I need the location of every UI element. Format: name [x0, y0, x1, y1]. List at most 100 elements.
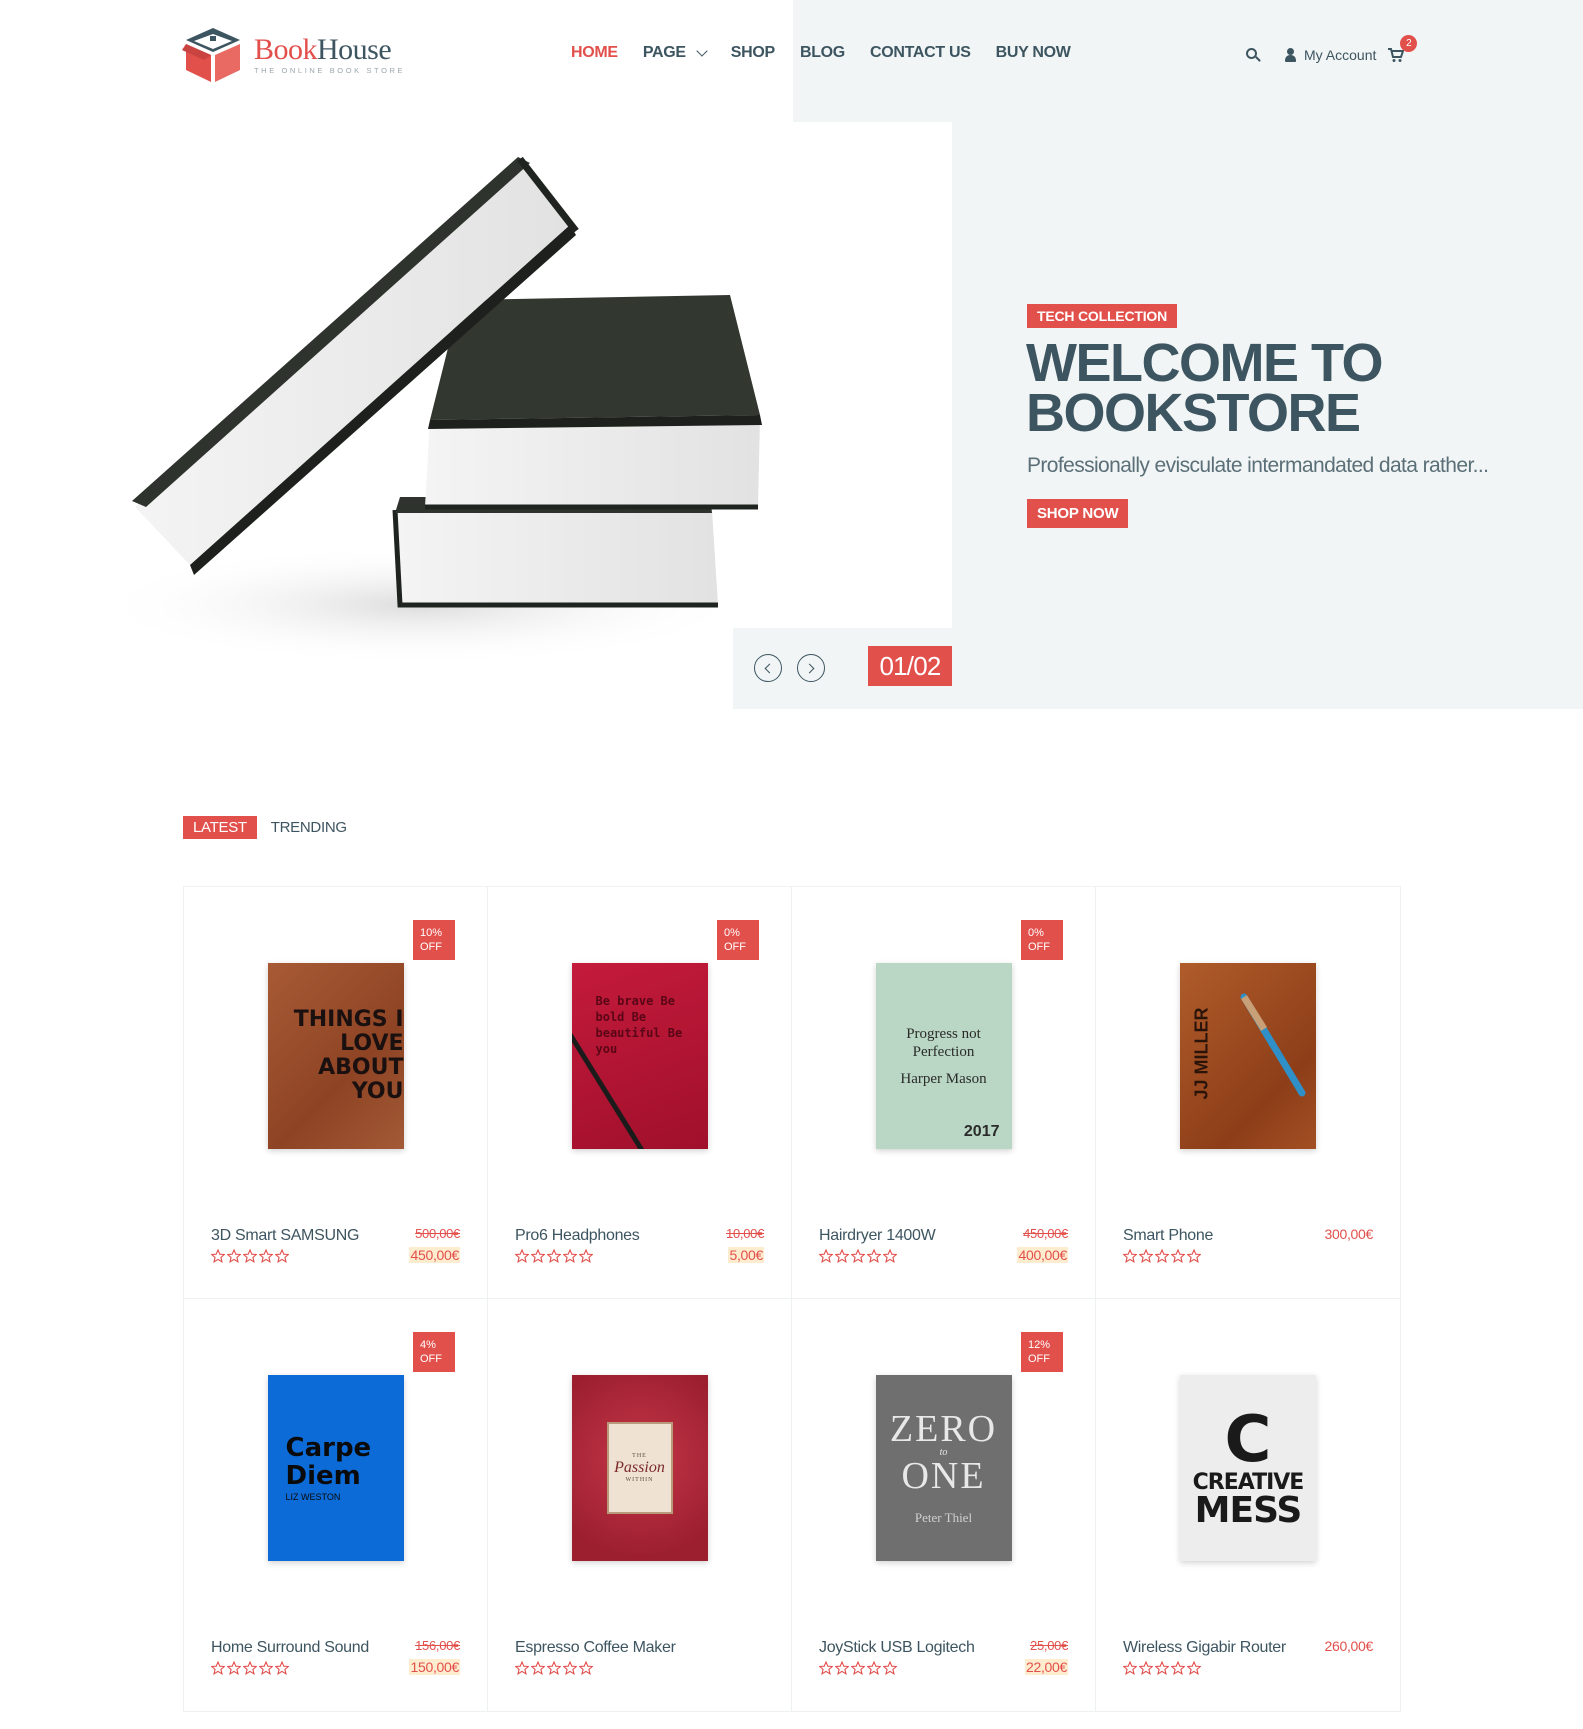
- star-icon: [563, 1661, 577, 1675]
- product-image[interactable]: ZERO to ONE Peter Thiel: [875, 1375, 1012, 1561]
- price: 22,00€: [1024, 1659, 1068, 1675]
- star-icon: [835, 1249, 849, 1263]
- slider-next-button[interactable]: [797, 654, 825, 682]
- discount-badge: 10% OFF: [413, 920, 455, 960]
- product-tabs: LATEST TRENDING: [183, 816, 347, 839]
- price: 5,00€: [728, 1247, 764, 1263]
- star-icon: [243, 1661, 257, 1675]
- price: 300,00€: [1324, 1226, 1373, 1242]
- chevron-down-icon: [696, 44, 708, 57]
- product-card[interactable]: 0% OFF Be brave Be bold Be beautiful Be …: [488, 887, 792, 1299]
- my-account-link[interactable]: My Account: [1285, 47, 1376, 63]
- star-icon: [883, 1661, 897, 1675]
- pencil-icon: [571, 1032, 644, 1149]
- discount-badge: 0% OFF: [1021, 920, 1063, 960]
- cart-button[interactable]: 2: [1388, 35, 1418, 63]
- site-logo[interactable]: BookHouse THE ONLINE BOOK STORE: [182, 26, 405, 84]
- product-image[interactable]: THE Passion WITHIN: [571, 1375, 708, 1561]
- product-card[interactable]: 0% OFF Progress not Perfection Harper Ma…: [792, 887, 1096, 1299]
- product-name[interactable]: Hairdryer 1400W: [819, 1227, 936, 1245]
- price: 260,00€: [1324, 1638, 1373, 1654]
- star-icon: [275, 1249, 289, 1263]
- star-icon: [819, 1661, 833, 1675]
- product-card[interactable]: 12% OFF ZERO to ONE Peter Thiel JoyStick…: [792, 1299, 1096, 1711]
- nav-item-page[interactable]: PAGE: [643, 44, 708, 62]
- shop-now-button[interactable]: SHOP NOW: [1027, 499, 1129, 528]
- product-card[interactable]: 4% OFF Carpe Diem LIZ WESTON Home Surrou…: [184, 1299, 488, 1711]
- product-card[interactable]: JJ MILLER Smart Phone 300,00€: [1096, 887, 1400, 1299]
- star-icon: [819, 1249, 833, 1263]
- product-name[interactable]: Smart Phone: [1123, 1227, 1213, 1245]
- star-icon: [531, 1249, 545, 1263]
- slider-prev-button[interactable]: [754, 654, 782, 682]
- price: 450,00€: [409, 1247, 460, 1263]
- product-image[interactable]: THINGS I LOVE ABOUT YOU: [267, 963, 404, 1149]
- star-icon: [1187, 1249, 1201, 1263]
- discount-badge: 4% OFF: [413, 1332, 455, 1372]
- product-grid: 10% OFF THINGS I LOVE ABOUT YOU 3D Smart…: [183, 886, 1401, 1712]
- product-image[interactable]: Be brave Be bold Be beautiful Be you: [571, 963, 708, 1149]
- star-icon: [227, 1661, 241, 1675]
- star-icon: [211, 1661, 225, 1675]
- product-card[interactable]: C CREATIVE MESS Wireless Gigabir Router …: [1096, 1299, 1400, 1711]
- star-icon: [867, 1249, 881, 1263]
- tab-latest[interactable]: LATEST: [183, 816, 257, 839]
- product-image[interactable]: Progress not Perfection Harper Mason 201…: [875, 963, 1012, 1149]
- price: 150,00€: [409, 1659, 460, 1675]
- old-price: 500,00€: [415, 1226, 460, 1241]
- product-name[interactable]: 3D Smart SAMSUNG: [211, 1227, 359, 1245]
- nav-item-blog[interactable]: BLOG: [800, 44, 845, 62]
- product-name[interactable]: Espresso Coffee Maker: [515, 1639, 676, 1657]
- hero-subtitle: Professionally evisculate intermandated …: [1027, 454, 1489, 477]
- product-name[interactable]: Home Surround Sound: [211, 1639, 369, 1657]
- star-icon: [227, 1249, 241, 1263]
- star-icon: [1171, 1661, 1185, 1675]
- rating-stars: [515, 1661, 593, 1675]
- star-icon: [835, 1661, 849, 1675]
- tab-trending[interactable]: TRENDING: [271, 816, 347, 839]
- product-name[interactable]: JoyStick USB Logitech: [819, 1639, 975, 1657]
- rating-stars: [211, 1249, 289, 1263]
- account-label: My Account: [1304, 47, 1377, 63]
- old-price: 450,00€: [1023, 1226, 1068, 1241]
- user-icon: [1285, 48, 1296, 62]
- star-icon: [1123, 1661, 1137, 1675]
- star-icon: [851, 1249, 865, 1263]
- star-icon: [547, 1661, 561, 1675]
- search-icon[interactable]: [1245, 47, 1261, 63]
- nav-item-buy-now[interactable]: BUY NOW: [996, 44, 1071, 62]
- product-image[interactable]: Carpe Diem LIZ WESTON: [267, 1375, 404, 1561]
- star-icon: [1139, 1661, 1153, 1675]
- rating-stars: [211, 1661, 289, 1675]
- old-price: 25,00€: [1030, 1638, 1068, 1653]
- star-icon: [531, 1661, 545, 1675]
- star-icon: [1171, 1249, 1185, 1263]
- nav-item-contact-us[interactable]: CONTACT US: [870, 44, 971, 62]
- old-price: 156,00€: [415, 1638, 460, 1653]
- pen-icon: [1240, 993, 1306, 1097]
- nav-item-home[interactable]: HOME: [571, 44, 618, 62]
- hero-badge: TECH COLLECTION: [1027, 304, 1177, 328]
- star-icon: [1155, 1249, 1169, 1263]
- product-image[interactable]: C CREATIVE MESS: [1180, 1375, 1316, 1561]
- star-icon: [883, 1249, 897, 1263]
- rating-stars: [1123, 1661, 1201, 1675]
- star-icon: [867, 1661, 881, 1675]
- product-card[interactable]: THE Passion WITHIN Espresso Coffee Maker: [488, 1299, 792, 1711]
- brand-tagline: THE ONLINE BOOK STORE: [254, 66, 406, 76]
- rating-stars: [515, 1249, 593, 1263]
- product-image[interactable]: JJ MILLER: [1180, 963, 1316, 1149]
- star-icon: [579, 1661, 593, 1675]
- nav-item-shop[interactable]: SHOP: [731, 44, 775, 62]
- product-card[interactable]: 10% OFF THINGS I LOVE ABOUT YOU 3D Smart…: [184, 887, 488, 1299]
- rating-stars: [819, 1661, 897, 1675]
- star-icon: [579, 1249, 593, 1263]
- slide-counter: 01/02: [868, 646, 952, 686]
- product-name[interactable]: Wireless Gigabir Router: [1123, 1639, 1286, 1657]
- discount-badge: 0% OFF: [717, 920, 759, 960]
- star-icon: [1139, 1249, 1153, 1263]
- star-icon: [259, 1661, 273, 1675]
- product-name[interactable]: Pro6 Headphones: [515, 1227, 640, 1245]
- hero-books-image: [90, 156, 762, 665]
- discount-badge: 12% OFF: [1021, 1332, 1063, 1372]
